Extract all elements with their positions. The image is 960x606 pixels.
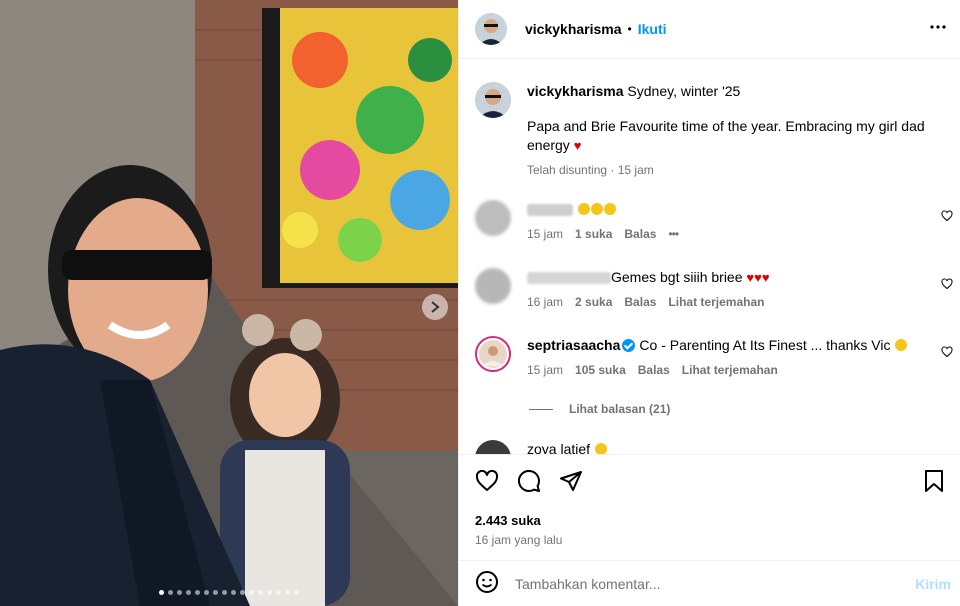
comments-list[interactable]: vickykharisma Sydney, winter '25 Papa an…	[459, 60, 960, 454]
post-comment-button[interactable]: Kirim	[915, 576, 951, 592]
more-options-button[interactable]	[929, 18, 947, 39]
carousel-dot[interactable]	[240, 590, 245, 595]
reply-button[interactable]: Balas	[624, 293, 656, 312]
heart-icon	[941, 278, 953, 290]
avatar[interactable]	[475, 440, 511, 454]
view-replies-button[interactable]: Lihat balasan (21)	[529, 402, 670, 416]
carousel-dot[interactable]	[159, 590, 164, 595]
comment-composer: Kirim	[459, 560, 960, 606]
reply-button[interactable]: Balas	[638, 361, 670, 380]
post-modal: vickykharisma • Ikuti vickykharisma Sydn…	[0, 0, 960, 606]
heart-icon	[475, 469, 499, 491]
comment-likes[interactable]: 105 suka	[575, 361, 626, 380]
avatar[interactable]	[475, 200, 511, 236]
emoji-icon	[476, 571, 498, 593]
smile-emoji-icon	[603, 203, 616, 215]
avatar[interactable]	[475, 82, 511, 118]
caption-username[interactable]: vickykharisma	[527, 83, 624, 99]
carousel-dot[interactable]	[294, 590, 299, 595]
emoji-picker-button[interactable]	[475, 570, 499, 597]
avatar[interactable]	[475, 336, 511, 372]
like-button[interactable]	[475, 469, 499, 496]
comment-icon	[517, 469, 540, 492]
translate-button[interactable]: Lihat terjemahan	[668, 293, 764, 312]
like-comment-button[interactable]	[941, 210, 953, 225]
comment-more-button[interactable]: •••	[668, 225, 679, 244]
caption-text: Papa and Brie Favourite time of the year…	[527, 118, 925, 153]
replies-divider	[529, 408, 553, 410]
share-button[interactable]	[559, 469, 583, 496]
chevron-right-icon	[431, 301, 440, 313]
blurred-username	[527, 204, 573, 217]
carousel-dot[interactable]	[204, 590, 209, 595]
save-button[interactable]	[923, 469, 945, 496]
comment-input[interactable]	[515, 575, 895, 592]
carousel-dot[interactable]	[285, 590, 290, 595]
comment-likes[interactable]: 2 suka	[575, 293, 612, 312]
like-comment-button[interactable]	[941, 278, 953, 293]
carousel-dot[interactable]	[249, 590, 254, 595]
comment-time: 16 jam	[527, 295, 564, 309]
comment-username[interactable]: septriasaacha	[527, 337, 620, 353]
carousel-dot[interactable]	[276, 590, 281, 595]
carousel-dot[interactable]	[177, 590, 182, 595]
share-icon	[560, 471, 582, 491]
verified-badge-icon	[622, 339, 636, 352]
reply-button[interactable]: Balas	[624, 225, 656, 244]
comment-text: zoya latief	[527, 441, 591, 454]
likes-count[interactable]: 2.443 suka	[475, 513, 541, 528]
carousel-dot[interactable]	[231, 590, 236, 595]
post-time: 16 jam yang lalu	[475, 533, 563, 547]
smile-emoji-icon	[594, 443, 607, 454]
carousel-dot[interactable]	[213, 590, 218, 595]
avatar[interactable]	[475, 268, 511, 304]
next-photo-button[interactable]	[422, 294, 448, 320]
more-icon	[930, 25, 946, 29]
avatar[interactable]	[475, 13, 507, 45]
heart-icon	[941, 346, 953, 358]
caption-time: 15 jam	[617, 163, 654, 177]
carousel-dot[interactable]	[258, 590, 263, 595]
follow-button[interactable]: Ikuti	[638, 21, 667, 37]
comment-button[interactable]	[517, 469, 541, 496]
post-actions: 2.443 suka 16 jam yang lalu	[459, 454, 960, 560]
post-header: vickykharisma • Ikuti	[459, 0, 960, 59]
comment-hearts: ♥♥♥	[746, 270, 770, 285]
caption-location: Sydney, winter '25	[627, 83, 741, 99]
wink-emoji-icon	[895, 339, 908, 351]
comment-text: Gemes bgt siiih briee	[611, 269, 743, 285]
carousel-dot[interactable]	[186, 590, 191, 595]
blurred-username	[527, 272, 611, 285]
post-photo[interactable]	[0, 0, 458, 606]
carousel-dots	[0, 590, 458, 595]
smile-emoji-icon	[577, 203, 590, 215]
carousel-dot[interactable]	[195, 590, 200, 595]
bookmark-icon	[925, 470, 943, 492]
header-username[interactable]: vickykharisma	[525, 21, 622, 37]
comment-time: 15 jam	[527, 227, 564, 241]
like-comment-button[interactable]	[941, 346, 953, 361]
carousel-dot[interactable]	[168, 590, 173, 595]
comment-time: 15 jam	[527, 363, 564, 377]
photo-scene	[0, 0, 458, 606]
translate-button[interactable]: Lihat terjemahan	[682, 361, 778, 380]
view-replies-label: Lihat balasan (21)	[569, 402, 671, 416]
smile-emoji-icon	[590, 203, 603, 215]
comment-text: Co - Parenting At Its Finest ... thanks …	[639, 337, 891, 353]
edited-label: Telah disunting	[527, 163, 608, 177]
carousel-dot[interactable]	[267, 590, 272, 595]
comment-likes[interactable]: 1 suka	[575, 225, 612, 244]
time-separator: ·	[610, 163, 615, 177]
heart-emoji-icon: ♥	[573, 138, 582, 153]
heart-icon	[941, 210, 953, 222]
post-side-panel: vickykharisma • Ikuti vickykharisma Sydn…	[458, 0, 960, 606]
separator: •	[627, 22, 632, 36]
carousel-dot[interactable]	[222, 590, 227, 595]
